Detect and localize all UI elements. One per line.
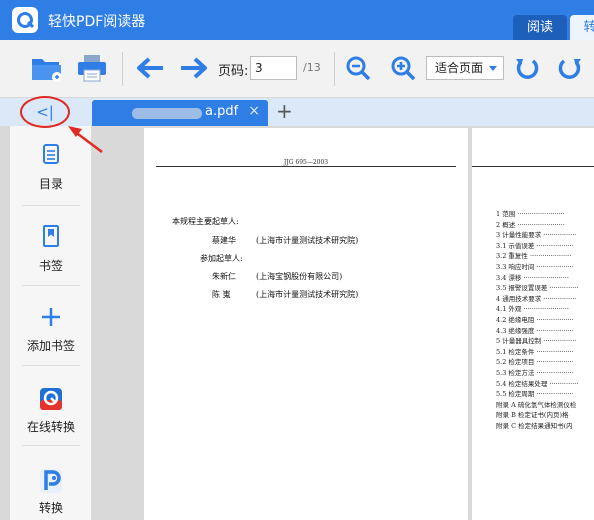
online-convert-icon [40, 388, 62, 410]
document-tab-name: a.pdf [205, 104, 239, 119]
app-title: 轻快PDF阅读器 [48, 14, 146, 30]
toc-line: 3.1 示值误差 ·················· [496, 241, 574, 250]
toc-line: 4.2 绝缘电阻 ·················· [496, 316, 574, 324]
sidebar-item-convert[interactable]: 转换 [10, 446, 92, 520]
close-icon[interactable]: × [248, 103, 260, 119]
bookmark-icon [43, 225, 59, 247]
toc-line: 1 范围 ······················· [496, 210, 565, 218]
drafter-org: (上海市计量测试技术研究院) [256, 236, 359, 245]
toc-line: 2 概述 ······················· [496, 220, 565, 229]
tab-read[interactable]: 阅读 [513, 15, 567, 40]
zoom-in-icon[interactable] [390, 55, 416, 81]
participant-org: (上海宝钢股份有限公司) [256, 272, 343, 281]
header-rule [472, 166, 594, 167]
toc-line: 3.5 报警设置误差 ·············· [496, 284, 579, 293]
chevron-down-icon [489, 66, 497, 71]
zoom-select[interactable]: 适合页面 [426, 56, 504, 80]
toc-line: 3.4 漂移 ······················ [496, 273, 569, 282]
page-number-input[interactable]: 3 [250, 56, 297, 80]
participants-heading: 参加起草人: [200, 254, 243, 263]
toc-line: 5.4 检定结果处理 ·············· [496, 379, 579, 388]
redacted-filename [132, 108, 202, 119]
app-logo-icon [12, 7, 38, 33]
page-header: JJG 695—2003 [283, 159, 329, 166]
previous-arrow-icon[interactable] [136, 56, 166, 80]
next-arrow-icon[interactable] [178, 56, 208, 80]
document-tab-bar: <| a.pdf × + [0, 98, 594, 126]
sidebar-item-online-convert[interactable]: 在线转换 [10, 366, 92, 446]
page-total: /13 [303, 61, 321, 74]
drafter-name: 蔡建华 [212, 236, 236, 245]
tab-convert[interactable]: 转 [570, 15, 594, 40]
rotate-right-icon[interactable] [556, 55, 584, 83]
sidebar-item-label: 转换 [38, 501, 63, 515]
toc-line: 附录 B 检定证书(内页)格 [496, 411, 569, 420]
toc-line: 5.2 检定项目 ·················· [496, 358, 574, 367]
sidebar: 目录 书签 添加书签 在线转换 转换 [10, 126, 92, 520]
toc-line: 4.3 绝缘强度 ·················· [496, 326, 574, 335]
sidebar-item-add-bookmark[interactable]: 添加书签 [10, 286, 92, 366]
toc-line: 3 计量性能要求 ················ [496, 231, 577, 240]
toc-line: 3.2 重复性 ···················· [496, 252, 572, 261]
toolbar-divider [122, 52, 123, 86]
toolbar: 页码: 3 /13 适合页面 [0, 40, 594, 98]
rotate-left-icon[interactable] [513, 55, 541, 83]
add-bookmark-icon [42, 308, 60, 326]
sidebar-item-label: 在线转换 [26, 420, 75, 434]
participant-org: (上海市计量测试技术研究院) [256, 290, 359, 299]
page-number-label: 页码: [218, 64, 249, 79]
pdf-page-next: 1 范围 ······················· 2 概述 ·······… [472, 128, 594, 520]
toc-line: 4.1 外观 ······················ [496, 305, 569, 314]
sidebar-item-toc[interactable]: 目录 [10, 126, 92, 206]
toc-icon [43, 144, 59, 164]
header-rule [156, 166, 456, 167]
zoom-select-value: 适合页面 [435, 61, 484, 75]
toc-line: 5 计量器具控制 ················ [496, 337, 577, 346]
annotation-highlight [20, 96, 70, 128]
sidebar-item-label: 目录 [38, 177, 63, 191]
toolbar-divider [334, 52, 335, 86]
toc-line: 5.3 检定方法 ·················· [496, 369, 574, 377]
open-folder-icon[interactable] [30, 52, 64, 84]
zoom-out-icon[interactable] [345, 55, 371, 81]
toc-line: 附录 C 检定结果通知书(内 [496, 422, 573, 430]
title-bar: 轻快PDF阅读器 阅读 转 [0, 0, 594, 40]
convert-icon [40, 469, 62, 493]
new-tab-button[interactable]: + [276, 99, 293, 123]
sidebar-item-label: 添加书签 [26, 339, 75, 353]
sidebar-item-bookmarks[interactable]: 书签 [10, 206, 92, 286]
toc-line: 3.3 响应时间 ·················· [496, 263, 574, 271]
document-tab[interactable]: a.pdf × [92, 100, 268, 126]
toc-line: 5.5 检定周期 ·················· [496, 390, 574, 399]
sidebar-item-label: 书签 [38, 259, 63, 273]
page-number-value: 3 [255, 61, 263, 75]
drafters-heading: 本规程主要起草人: [172, 217, 239, 226]
participant-name: 朱新仁 [212, 272, 236, 281]
toc-line: 4 通用技术要求 ················ [496, 294, 577, 303]
print-icon[interactable] [76, 52, 108, 84]
participant-name: 陈 嵬 [212, 290, 231, 299]
toc-line: 附录 A 硫化氢气体检测仪检 [496, 400, 577, 409]
toc-line: 5.1 检定条件 ·················· [496, 347, 574, 356]
pdf-page-current: JJG 695—2003 本规程主要起草人: 蔡建华 (上海市计量测试技术研究院… [144, 128, 468, 520]
